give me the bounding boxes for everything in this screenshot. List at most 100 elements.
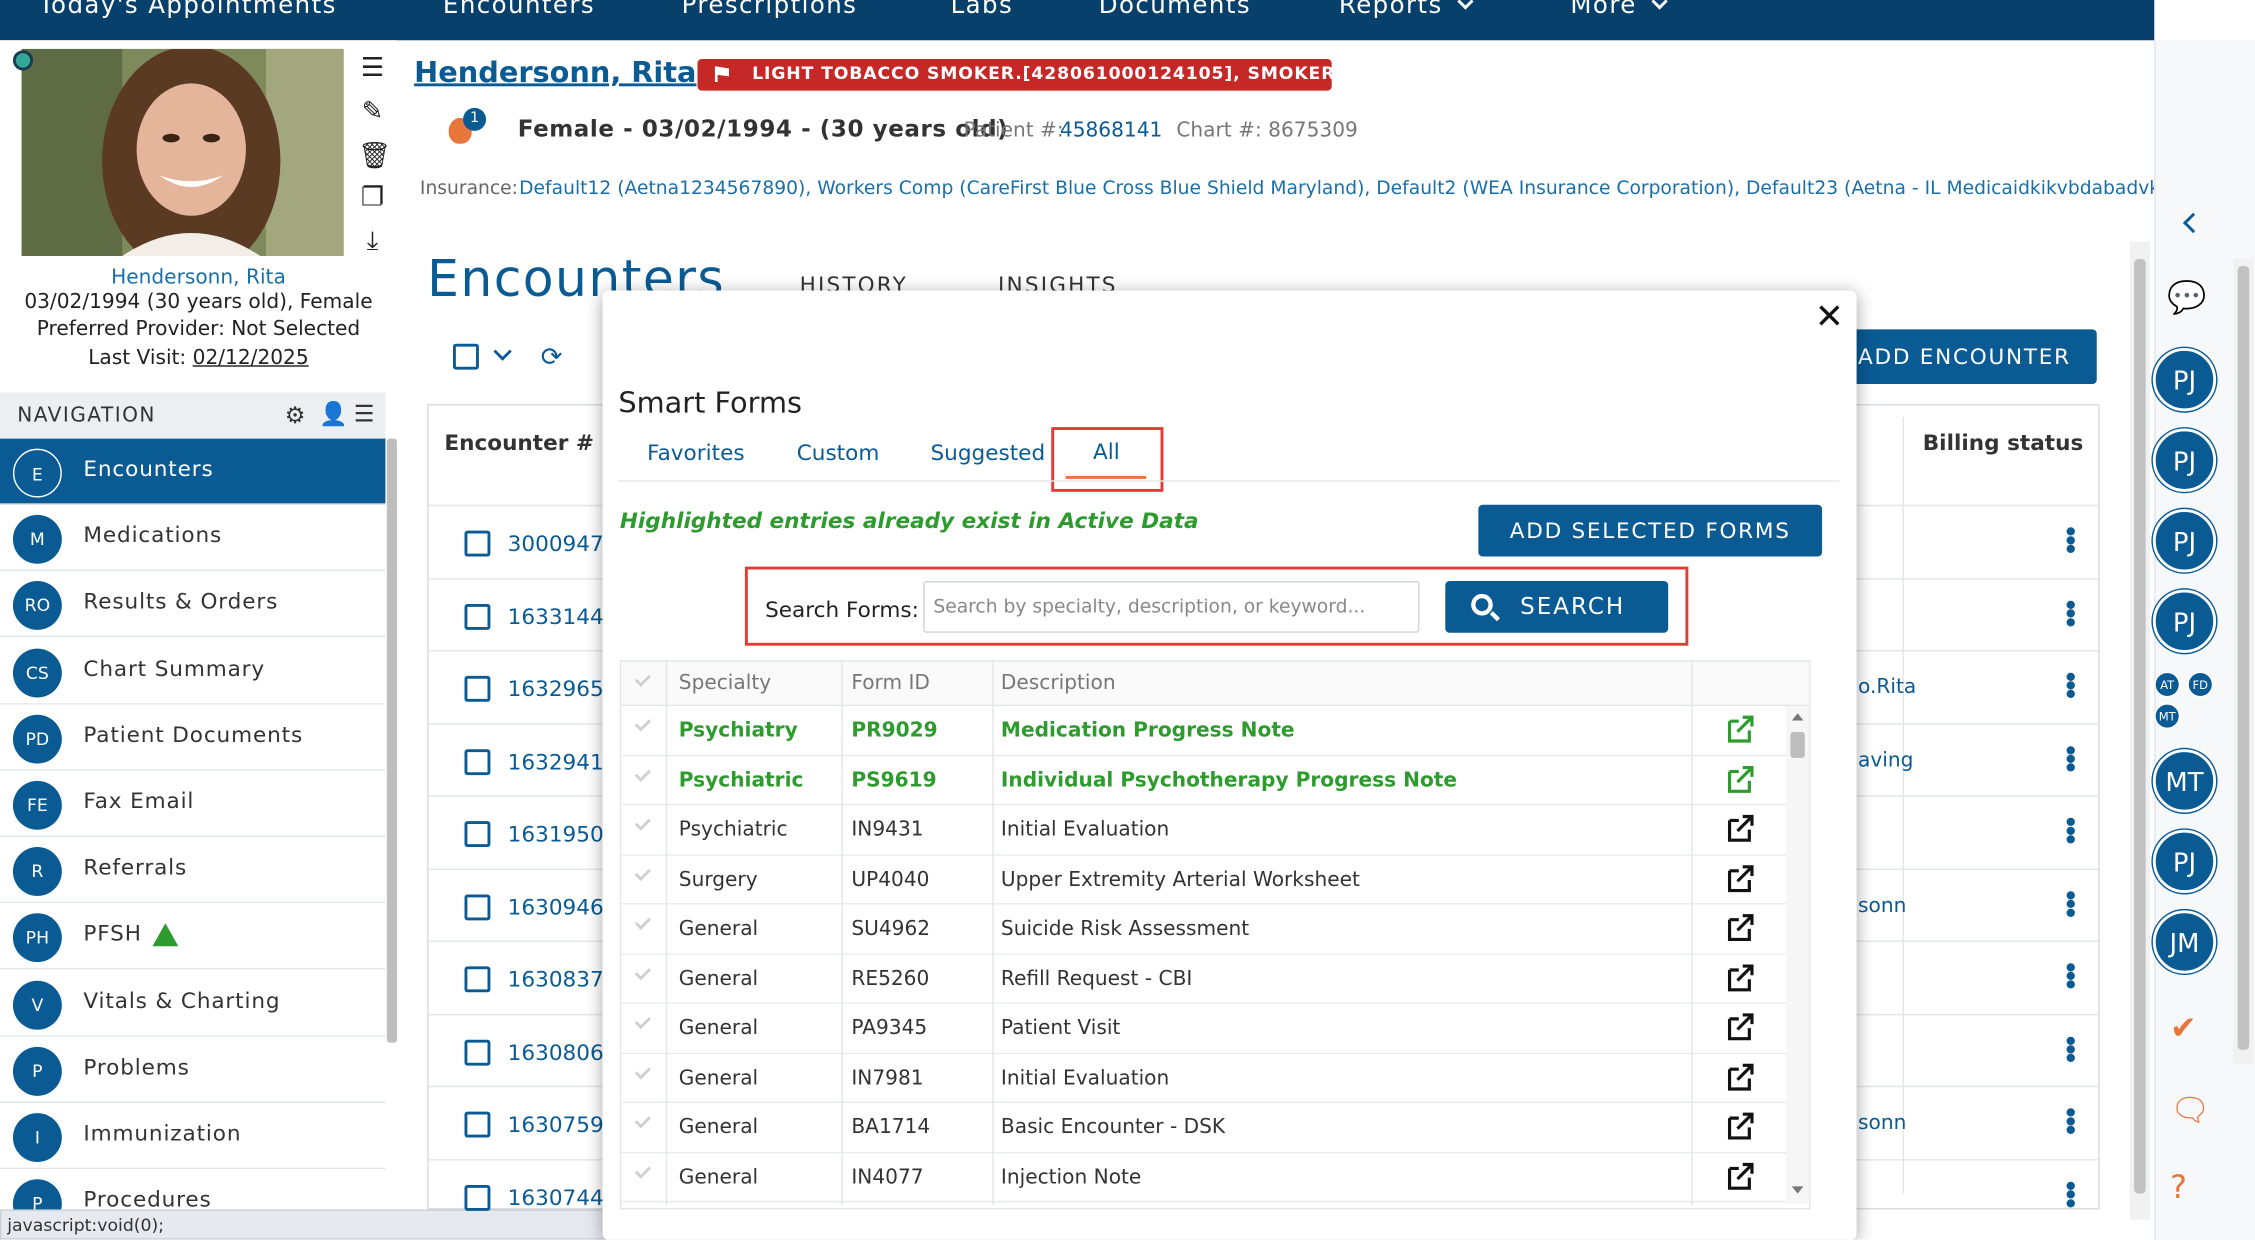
edit-icon[interactable]: ✎ <box>358 97 387 127</box>
user-avatar[interactable]: PJ <box>2152 348 2217 412</box>
main-scrollbar[interactable] <box>2129 241 2150 1220</box>
rail-scrollbar[interactable] <box>2233 258 2254 1065</box>
more-vertical-icon[interactable]: • • • <box>2062 1099 2079 1145</box>
mini-avatar[interactable]: MT <box>2154 703 2181 730</box>
row-check-icon[interactable] <box>634 963 651 980</box>
list-item[interactable]: Psychiatry PR9029 Medication Progress Note <box>621 706 1787 756</box>
sidebar-item-immunization[interactable]: I Immunization <box>0 1103 386 1170</box>
list-item[interactable]: Psychiatric IN9431 Initial Evaluation <box>621 805 1787 855</box>
insurance-list[interactable]: Default12 (Aetna1234567890), Workers Com… <box>519 178 2154 200</box>
external-link-icon[interactable] <box>1724 862 1756 894</box>
sidebar-item-patient-documents[interactable]: PD Patient Documents <box>0 704 386 771</box>
nav-labs[interactable]: Labs <box>951 0 1014 20</box>
sidebar-item-pfsh[interactable]: PH PFSH <box>0 903 386 970</box>
encounter-number-link[interactable]: 1633144 <box>508 603 604 629</box>
select-all-checkbox[interactable] <box>453 343 479 370</box>
add-selected-forms-button[interactable]: ADD SELECTED FORMS <box>1478 504 1823 557</box>
user-avatar[interactable]: JM <box>2152 910 2217 974</box>
sidebar-item-fax-email[interactable]: FE Fax Email <box>0 770 386 837</box>
row-checkbox[interactable] <box>464 603 491 630</box>
sidebar-item-encounters[interactable]: E Encounters <box>0 438 386 505</box>
row-check-icon[interactable] <box>634 864 651 881</box>
more-vertical-icon[interactable]: • • • <box>2062 1171 2079 1217</box>
list-item[interactable]: General IN4077 Injection Note <box>621 1152 1787 1203</box>
row-checkbox[interactable] <box>464 748 491 775</box>
row-checkbox[interactable] <box>464 530 491 557</box>
external-link-icon[interactable] <box>1724 813 1756 845</box>
row-checkbox[interactable] <box>464 821 491 848</box>
more-vertical-icon[interactable]: • • • <box>2062 1026 2079 1072</box>
list-item[interactable]: General RE5260 Refill Request - CBI <box>621 954 1787 1004</box>
row-check-icon[interactable] <box>634 814 651 831</box>
external-link-icon[interactable] <box>1724 1160 1756 1192</box>
encounter-number-link[interactable]: 1630744 <box>508 1184 604 1210</box>
mini-avatar[interactable]: AT <box>2154 671 2181 698</box>
user-avatar[interactable]: PJ <box>2152 589 2217 653</box>
row-checkbox[interactable] <box>464 1039 491 1065</box>
patient-flag-badge[interactable]: LIGHT TOBACCO SMOKER.[428061000124105], … <box>697 58 1419 91</box>
tab-custom[interactable]: Custom <box>797 440 880 466</box>
trash-icon[interactable]: 🗑 <box>358 142 391 171</box>
forms-scrollbar-thumb[interactable] <box>1790 731 1805 758</box>
specialty-header[interactable]: Specialty <box>679 672 771 695</box>
nav-more[interactable]: More <box>1570 0 1668 20</box>
external-link-icon[interactable] <box>1724 713 1756 745</box>
close-icon[interactable]: ✕ <box>1815 296 1844 336</box>
encounter-number-link[interactable]: 1632941 <box>508 749 604 775</box>
external-link-icon[interactable] <box>1724 961 1756 993</box>
select-all-check-icon[interactable] <box>634 670 651 687</box>
row-check-icon[interactable] <box>634 913 651 930</box>
row-check-icon[interactable] <box>634 1062 651 1079</box>
user-icon[interactable]: 👤 <box>319 400 349 427</box>
refresh-icon[interactable]: ⟳ <box>541 342 563 372</box>
row-check-icon[interactable] <box>634 715 651 732</box>
user-avatar[interactable]: PJ <box>2152 428 2217 492</box>
more-vertical-icon[interactable]: • • • <box>2062 590 2079 636</box>
external-link-icon[interactable] <box>1724 763 1756 795</box>
encounter-number-link[interactable]: 1630806 <box>508 1039 604 1065</box>
encounter-number-link[interactable]: 1630837 <box>508 966 604 992</box>
description-header[interactable]: Description <box>1001 672 1116 695</box>
nav-todays-appointments[interactable]: Today's Appointments <box>39 0 337 20</box>
chat-icon[interactable]: 💬 <box>2167 280 2206 316</box>
sidebar-item-chart-summary[interactable]: CS Chart Summary <box>0 637 386 705</box>
message-icon[interactable]: 🗨 <box>2170 1093 2210 1129</box>
help-icon[interactable]: ? <box>2170 1171 2187 1207</box>
encounter-number-link[interactable]: 3000947 <box>508 531 604 557</box>
external-link-icon[interactable] <box>1724 1011 1756 1043</box>
list-item[interactable]: Surgery UP4040 Upper Extremity Arterial Wo… <box>621 854 1787 905</box>
user-avatar[interactable]: MT <box>2152 749 2217 813</box>
search-button[interactable]: SEARCH <box>1445 580 1669 633</box>
main-scrollbar-thumb[interactable] <box>2134 258 2146 1194</box>
external-link-icon[interactable] <box>1724 1110 1756 1142</box>
external-link-icon[interactable] <box>1724 1061 1756 1093</box>
tab-all[interactable]: All <box>1093 439 1120 465</box>
sidebar-item-referrals[interactable]: R Referrals <box>0 837 386 904</box>
row-check-icon[interactable] <box>634 1112 651 1129</box>
sidebar-item-vitals-charting[interactable]: V Vitals & Charting <box>0 970 386 1037</box>
patient-header-name[interactable]: Hendersonn, Rita <box>414 55 696 90</box>
sidebar-item-problems[interactable]: P Problems <box>0 1036 386 1103</box>
sidebar-item-results-orders[interactable]: RO Results & Orders <box>0 571 386 638</box>
list-icon[interactable]: ☰ <box>358 54 387 84</box>
nav-prescriptions[interactable]: Prescriptions <box>682 0 858 20</box>
nav-documents[interactable]: Documents <box>1099 0 1251 20</box>
user-avatar[interactable]: PJ <box>2152 509 2217 573</box>
row-check-icon[interactable] <box>634 1161 651 1179</box>
more-vertical-icon[interactable]: • • • <box>2062 953 2079 999</box>
more-vertical-icon[interactable]: • • • <box>2062 808 2079 854</box>
list-icon[interactable]: ☰ <box>354 400 376 427</box>
more-vertical-icon[interactable]: • • • <box>2062 663 2079 709</box>
rail-scrollbar-thumb[interactable] <box>2237 266 2250 1050</box>
search-forms-input[interactable] <box>923 580 1420 633</box>
row-checkbox[interactable] <box>464 675 491 702</box>
tab-favorites[interactable]: Favorites <box>647 440 744 466</box>
patient-name-link[interactable]: Hendersonn, Rita <box>0 266 397 289</box>
chevron-down-icon[interactable] <box>493 342 512 361</box>
list-item[interactable]: General SU4962 Suicide Risk Assessment <box>621 904 1787 955</box>
encounter-number-link[interactable]: 1630946 <box>508 894 604 920</box>
external-link-icon[interactable] <box>1724 912 1756 944</box>
list-item[interactable]: General IN7981 Initial Evaluation <box>621 1053 1787 1104</box>
list-item[interactable]: General PA9345 Patient Visit <box>621 1003 1787 1054</box>
more-vertical-icon[interactable]: • • • <box>2062 518 2079 564</box>
